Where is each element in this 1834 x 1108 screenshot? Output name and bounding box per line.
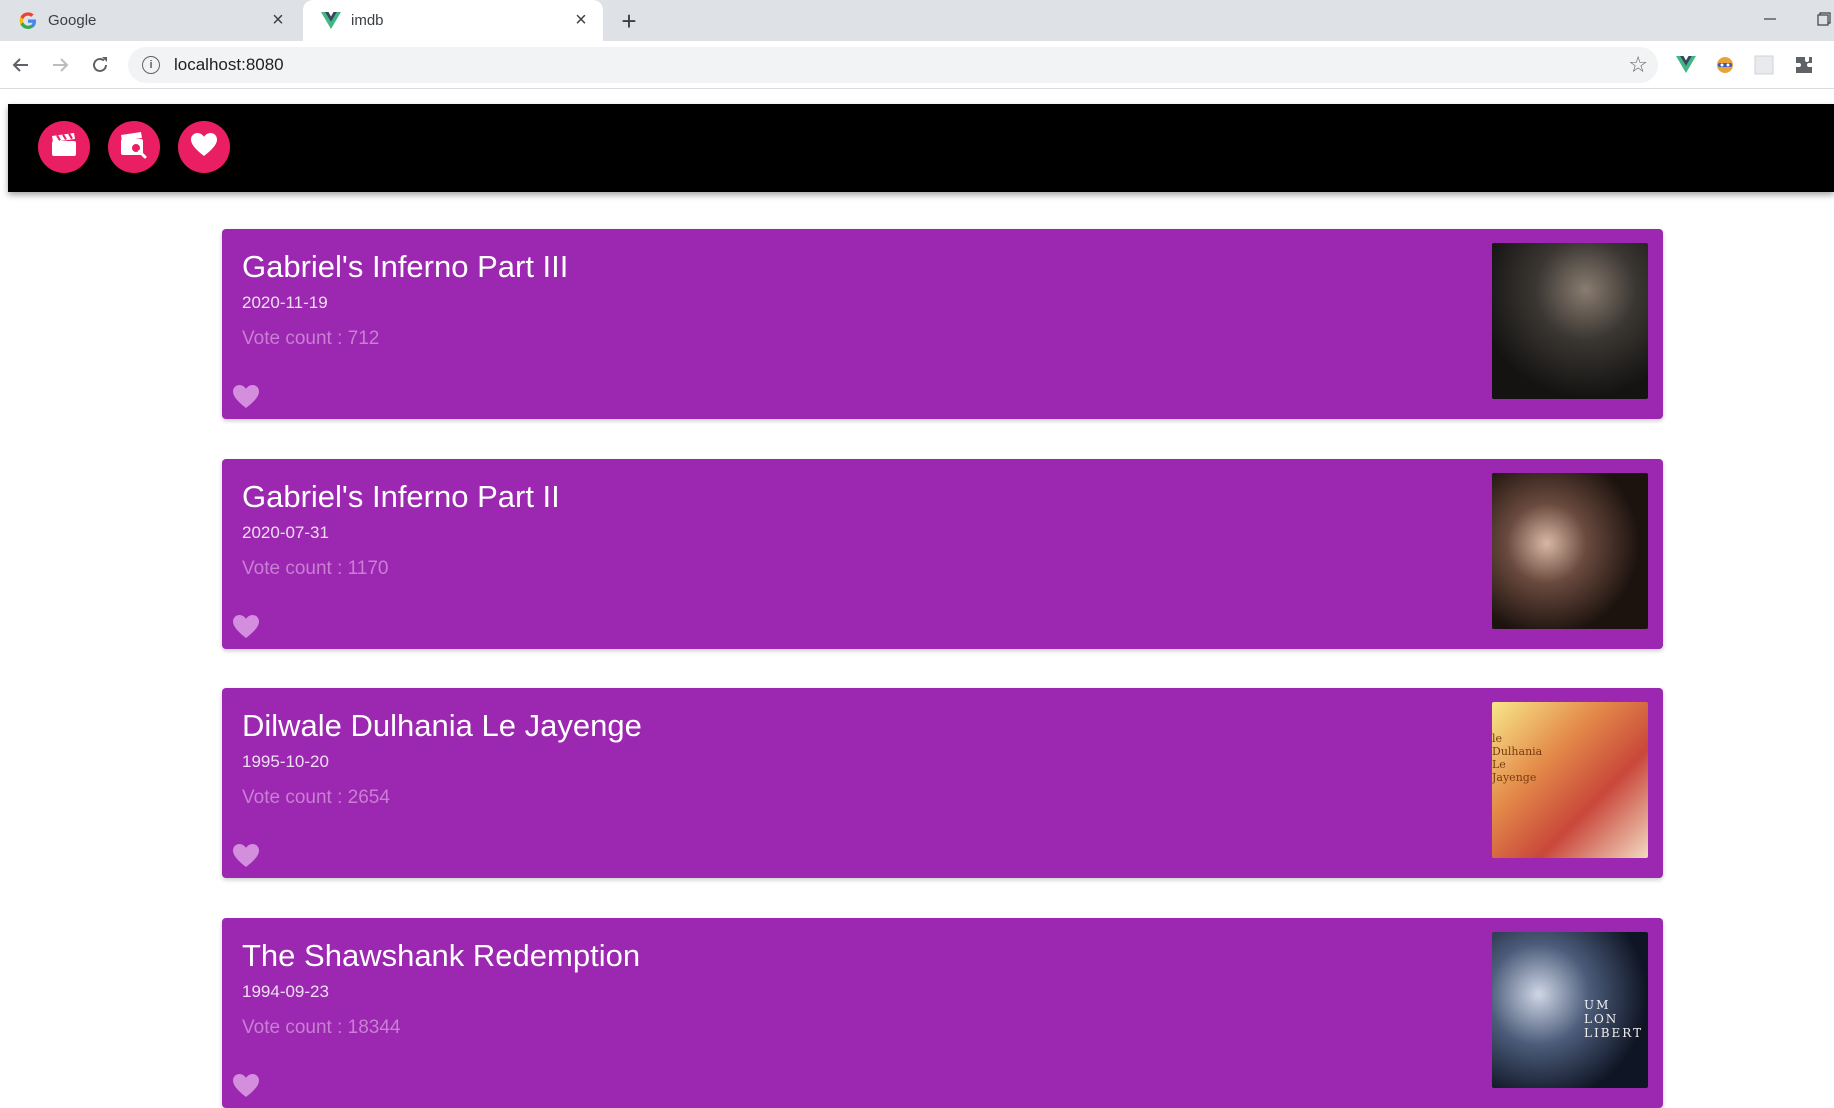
movie-card[interactable]: Gabriel's Inferno Part III 2020-11-19 Vo… [222,229,1663,419]
movie-title: The Shawshank Redemption [242,938,641,973]
movie-vote-count: Vote count : 2654 [242,787,390,808]
extension-placeholder-icon[interactable] [1752,53,1776,77]
google-g-icon [18,11,38,31]
close-tab-icon[interactable]: × [264,7,292,35]
movie-search-nav-button[interactable] [108,121,160,173]
movie-title: Gabriel's Inferno Part II [242,479,560,514]
poster-caption: UM LON LIBERT [1584,998,1644,1040]
reload-icon[interactable] [85,50,115,80]
vue-devtools-extension-icon[interactable] [1674,53,1698,77]
tab-google[interactable]: Google × [0,0,300,41]
extensions-puzzle-icon[interactable] [1792,53,1816,77]
back-icon[interactable] [6,50,36,80]
favorite-heart-icon[interactable] [229,611,263,641]
browser-tab-strip: Google × imdb × + [0,0,1834,41]
movie-vote-count: Vote count : 1170 [242,558,389,579]
tab-label: Google [48,12,97,29]
movie-poster [1492,243,1648,399]
site-info-icon[interactable]: i [142,56,160,74]
movie-search-icon [119,131,149,164]
close-tab-icon[interactable]: × [567,7,595,35]
movie-card[interactable]: Dilwale Dulhania Le Jayenge 1995-10-20 V… [222,688,1663,878]
address-text: localhost:8080 [174,55,284,74]
bookmark-star-icon[interactable]: ☆ [1628,52,1648,78]
browser-toolbar: i localhost:8080 ☆ [0,41,1834,89]
movie-release-date: 1994-09-23 [242,982,329,1001]
favorite-heart-icon[interactable] [229,840,263,870]
movie-release-date: 2020-11-19 [242,293,328,312]
poster-caption: le Dulhania Le Jayenge [1492,732,1543,784]
movie-poster: le Dulhania Le Jayenge [1492,702,1648,858]
movie-vote-count: Vote count : 18344 [242,1017,401,1038]
address-bar[interactable]: i localhost:8080 ☆ [128,47,1658,83]
extension-mask-icon[interactable] [1713,53,1737,77]
favorites-nav-button[interactable] [178,121,230,173]
restore-window-icon[interactable] [1814,4,1834,34]
tab-label: imdb [351,12,384,29]
forward-icon[interactable] [45,50,75,80]
movies-nav-button[interactable] [38,121,90,173]
movie-release-date: 1995-10-20 [242,752,329,771]
vue-logo-icon [321,11,341,31]
movie-poster [1492,473,1648,629]
favorite-heart-icon[interactable] [229,1070,263,1100]
movie-vote-count: Vote count : 712 [242,328,380,349]
movie-title: Gabriel's Inferno Part III [242,249,569,284]
new-tab-button[interactable]: + [614,6,644,36]
favorite-heart-icon[interactable] [229,381,263,411]
movie-card[interactable]: Gabriel's Inferno Part II 2020-07-31 Vot… [222,459,1663,649]
movie-poster: UM LON LIBERT [1492,932,1648,1088]
tab-imdb[interactable]: imdb × [303,0,603,41]
app-header [8,104,1834,192]
minimize-window-icon[interactable] [1755,4,1785,34]
movie-release-date: 2020-07-31 [242,523,329,542]
heart-icon [190,132,218,162]
movie-title: Dilwale Dulhania Le Jayenge [242,708,642,743]
movie-card[interactable]: The Shawshank Redemption 1994-09-23 Vote… [222,918,1663,1108]
clapperboard-icon [50,132,78,163]
